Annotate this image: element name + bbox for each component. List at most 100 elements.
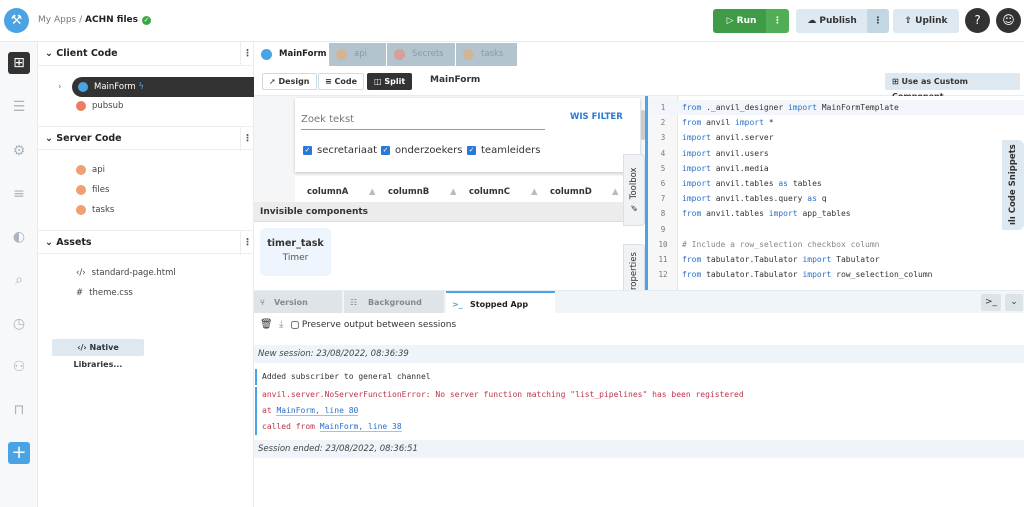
tab-label: MainForm (279, 49, 327, 59)
tab-api[interactable]: api (329, 43, 386, 66)
use-as-custom-component-button[interactable]: ⊞ Use as Custom Component... (885, 73, 1020, 101)
tree-item-theme-css[interactable]: # theme.css (76, 284, 133, 302)
button-label: Split (384, 77, 406, 86)
more-icon[interactable]: ⋮ (240, 42, 254, 66)
tree-item-files[interactable]: files (76, 181, 109, 199)
checkbox-onderzoekers[interactable]: ✓ onderzoekers (381, 145, 463, 156)
breadcrumb-my-apps[interactable]: My Apps (38, 15, 76, 25)
breadcrumb-separator: / (79, 15, 83, 25)
run-options-button[interactable]: ⋮ (766, 9, 789, 33)
tab-background-tasks[interactable]: ☷Background Tasks (344, 291, 444, 330)
list-icon[interactable]: ≡ (8, 183, 30, 205)
server-module-icon (76, 164, 86, 175)
checkbox-teamleiders[interactable]: ✓ teamleiders (467, 145, 540, 156)
lock-icon[interactable]: ⊓ (8, 399, 30, 421)
log-error: anvil.server.NoServerFunctionError: No s… (255, 387, 744, 435)
checkbox-icon: ✓ (467, 145, 476, 155)
checkbox-icon: ✓ (303, 145, 312, 155)
uplink-button[interactable]: ⇪ Uplink (893, 9, 959, 33)
tree-item-standard-page[interactable]: ‹/› standard-page.html (76, 264, 176, 282)
tab-mainform[interactable]: MainForm × (254, 43, 328, 82)
tab-tasks[interactable]: tasks (456, 43, 517, 66)
publish-button[interactable]: ☁ Publish (796, 9, 868, 33)
server-module-icon (76, 204, 86, 215)
design-button[interactable]: ➚ Design (262, 73, 317, 90)
terminal-icon[interactable]: >_ (981, 294, 1001, 311)
publish-label: Publish (819, 16, 857, 26)
properties-tab[interactable]: Properties (623, 244, 645, 290)
column-header[interactable]: columnC (469, 187, 510, 197)
tree-item-api[interactable]: api (76, 161, 105, 179)
scroll-down-icon[interactable]: ⤓ (279, 319, 283, 330)
tree-item-pubsub[interactable]: pubsub (76, 97, 123, 115)
column-header[interactable]: columnB (388, 187, 429, 197)
search-icon[interactable]: ⌕ (8, 269, 30, 291)
module-icon (76, 100, 86, 111)
tree-item-tasks[interactable]: tasks (76, 201, 114, 219)
code-line: from anvil import * (682, 118, 774, 128)
more-icon[interactable]: ⋮ (240, 231, 254, 255)
trash-icon[interactable]: 🗑 (260, 319, 273, 330)
server-code-section[interactable]: ⌄ Server Code ⋮ (38, 126, 254, 151)
line-number: 8 (660, 209, 666, 219)
tab-label: api (354, 49, 367, 59)
trace-link[interactable]: MainForm, line 80 (276, 406, 359, 416)
user-icon[interactable]: ☺ (996, 8, 1021, 33)
help-icon[interactable]: ? (965, 8, 990, 33)
code-editor[interactable]: 1 from ._anvil_designer import MainFormTe… (645, 96, 1024, 290)
search-input[interactable]: Zoek tekst (301, 110, 545, 130)
section-title: Assets (56, 237, 92, 248)
tab-secrets[interactable]: Secrets (387, 43, 455, 66)
chevron-right-icon[interactable]: › (58, 78, 61, 96)
split-button[interactable]: ◫ Split (367, 73, 413, 90)
code-snippets-tab[interactable]: ılı Code Snippets (1002, 140, 1024, 230)
sort-icon[interactable]: ▲ (531, 187, 538, 197)
breadcrumb: My Apps / ACHN files ✓ (38, 15, 152, 25)
line-number: 1 (660, 103, 666, 112)
tab-stopped-app-console[interactable]: >_Stopped App Console × (446, 291, 555, 332)
database-icon[interactable]: ☰ (8, 96, 30, 118)
code-button[interactable]: ≡ Code (318, 73, 365, 90)
app-browser-icon[interactable]: ⊞ (8, 52, 30, 74)
toolbox-tab[interactable]: ✎ Toolbox (623, 154, 645, 226)
chevron-down-icon[interactable]: ⌄ (1005, 294, 1023, 311)
clear-filter-button[interactable]: WIS FILTER (570, 112, 623, 122)
tree-item-mainform[interactable]: MainForm ϟ (72, 77, 254, 97)
column-header[interactable]: columnA (307, 187, 348, 197)
form-icon (78, 81, 88, 92)
client-code-section[interactable]: ⌄ Client Code ⋮ (38, 42, 254, 66)
lines-icon: ≡ (325, 77, 335, 86)
section-title: Server Code (56, 133, 122, 144)
more-icon[interactable]: ⋮ (240, 127, 254, 151)
line-number: 2 (660, 118, 666, 128)
sort-icon[interactable]: ▲ (450, 187, 457, 197)
add-icon[interactable]: + (8, 442, 30, 464)
tab-version-history[interactable]: ⑂Version History (254, 291, 342, 330)
assets-section[interactable]: ⌄ Assets ⋮ (38, 230, 254, 255)
line-number: 3 (660, 133, 666, 143)
line-number: 11 (658, 255, 668, 264)
users-icon[interactable]: ⚇ (8, 356, 30, 378)
checkbox-secretariaat[interactable]: ✓ secretariaat (303, 145, 377, 156)
preserve-output-checkbox[interactable]: Preserve output between sessions (291, 320, 456, 330)
button-label: Code (334, 77, 358, 86)
gear-icon[interactable]: ⚙ (8, 140, 30, 162)
palette-icon[interactable]: ◐ (8, 226, 30, 248)
checkbox[interactable] (291, 320, 299, 329)
sort-icon[interactable]: ▲ (612, 187, 619, 197)
item-label: standard-page.html (91, 268, 176, 278)
section-title: Client Code (56, 48, 118, 59)
new-session-banner: New session: 23/08/2022, 08:36:39 (254, 345, 1024, 363)
column-header[interactable]: columnD (550, 187, 592, 197)
anvil-logo[interactable]: ⚒ (4, 8, 29, 33)
branch-icon: ⑂ (260, 298, 265, 307)
sort-icon[interactable]: ▲ (369, 187, 376, 197)
invisible-components-header: Invisible components (254, 202, 645, 222)
timer-component[interactable]: timer_task Timer (260, 228, 331, 276)
publish-options-button[interactable]: ⋮ (867, 9, 889, 33)
clock-icon[interactable]: ◷ (8, 313, 30, 335)
native-libraries-button[interactable]: ‹/› Native Libraries... (52, 339, 144, 369)
trace-prefix: called from (262, 422, 320, 431)
trace-link[interactable]: MainForm, line 38 (319, 422, 402, 432)
checkbox-icon: ✓ (381, 145, 390, 155)
